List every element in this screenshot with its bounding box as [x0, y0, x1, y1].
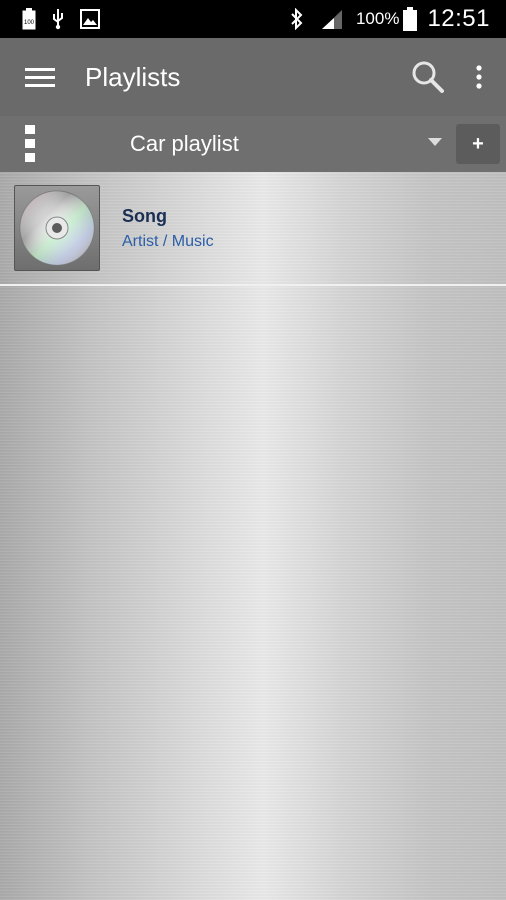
- page-title: Playlists: [85, 61, 181, 92]
- battery-100-icon: 100: [22, 8, 36, 30]
- song-subtitle: Artist / Music: [122, 232, 214, 250]
- hamburger-menu-icon[interactable]: [0, 38, 80, 116]
- signal-icon: [320, 8, 344, 30]
- drag-handle-icon[interactable]: [0, 116, 60, 172]
- chevron-down-icon: [428, 138, 442, 146]
- app-bar: Playlists: [0, 38, 506, 116]
- search-icon[interactable]: [400, 38, 456, 116]
- more-vert-icon[interactable]: [456, 38, 502, 116]
- battery-percent: 100%: [355, 9, 400, 28]
- add-playlist-button[interactable]: +: [456, 124, 500, 164]
- list-item[interactable]: Song Artist / Music: [0, 172, 506, 286]
- cd-disc-icon: [14, 185, 100, 271]
- svg-text:100: 100: [24, 20, 35, 26]
- song-title: Song: [122, 205, 167, 226]
- status-bar: 100 100% 12:51: [0, 0, 506, 38]
- playlist-name: Car playlist: [130, 131, 239, 156]
- bluetooth-icon: [290, 8, 304, 30]
- battery-icon: [403, 7, 418, 31]
- image-notification-icon: [80, 9, 100, 29]
- song-list: Song Artist / Music: [0, 172, 506, 900]
- playlist-dropdown[interactable]: Car playlist: [60, 116, 450, 172]
- usb-icon: [50, 8, 66, 30]
- clock: 12:51: [427, 5, 490, 32]
- playlist-toolbar: Car playlist +: [0, 116, 506, 172]
